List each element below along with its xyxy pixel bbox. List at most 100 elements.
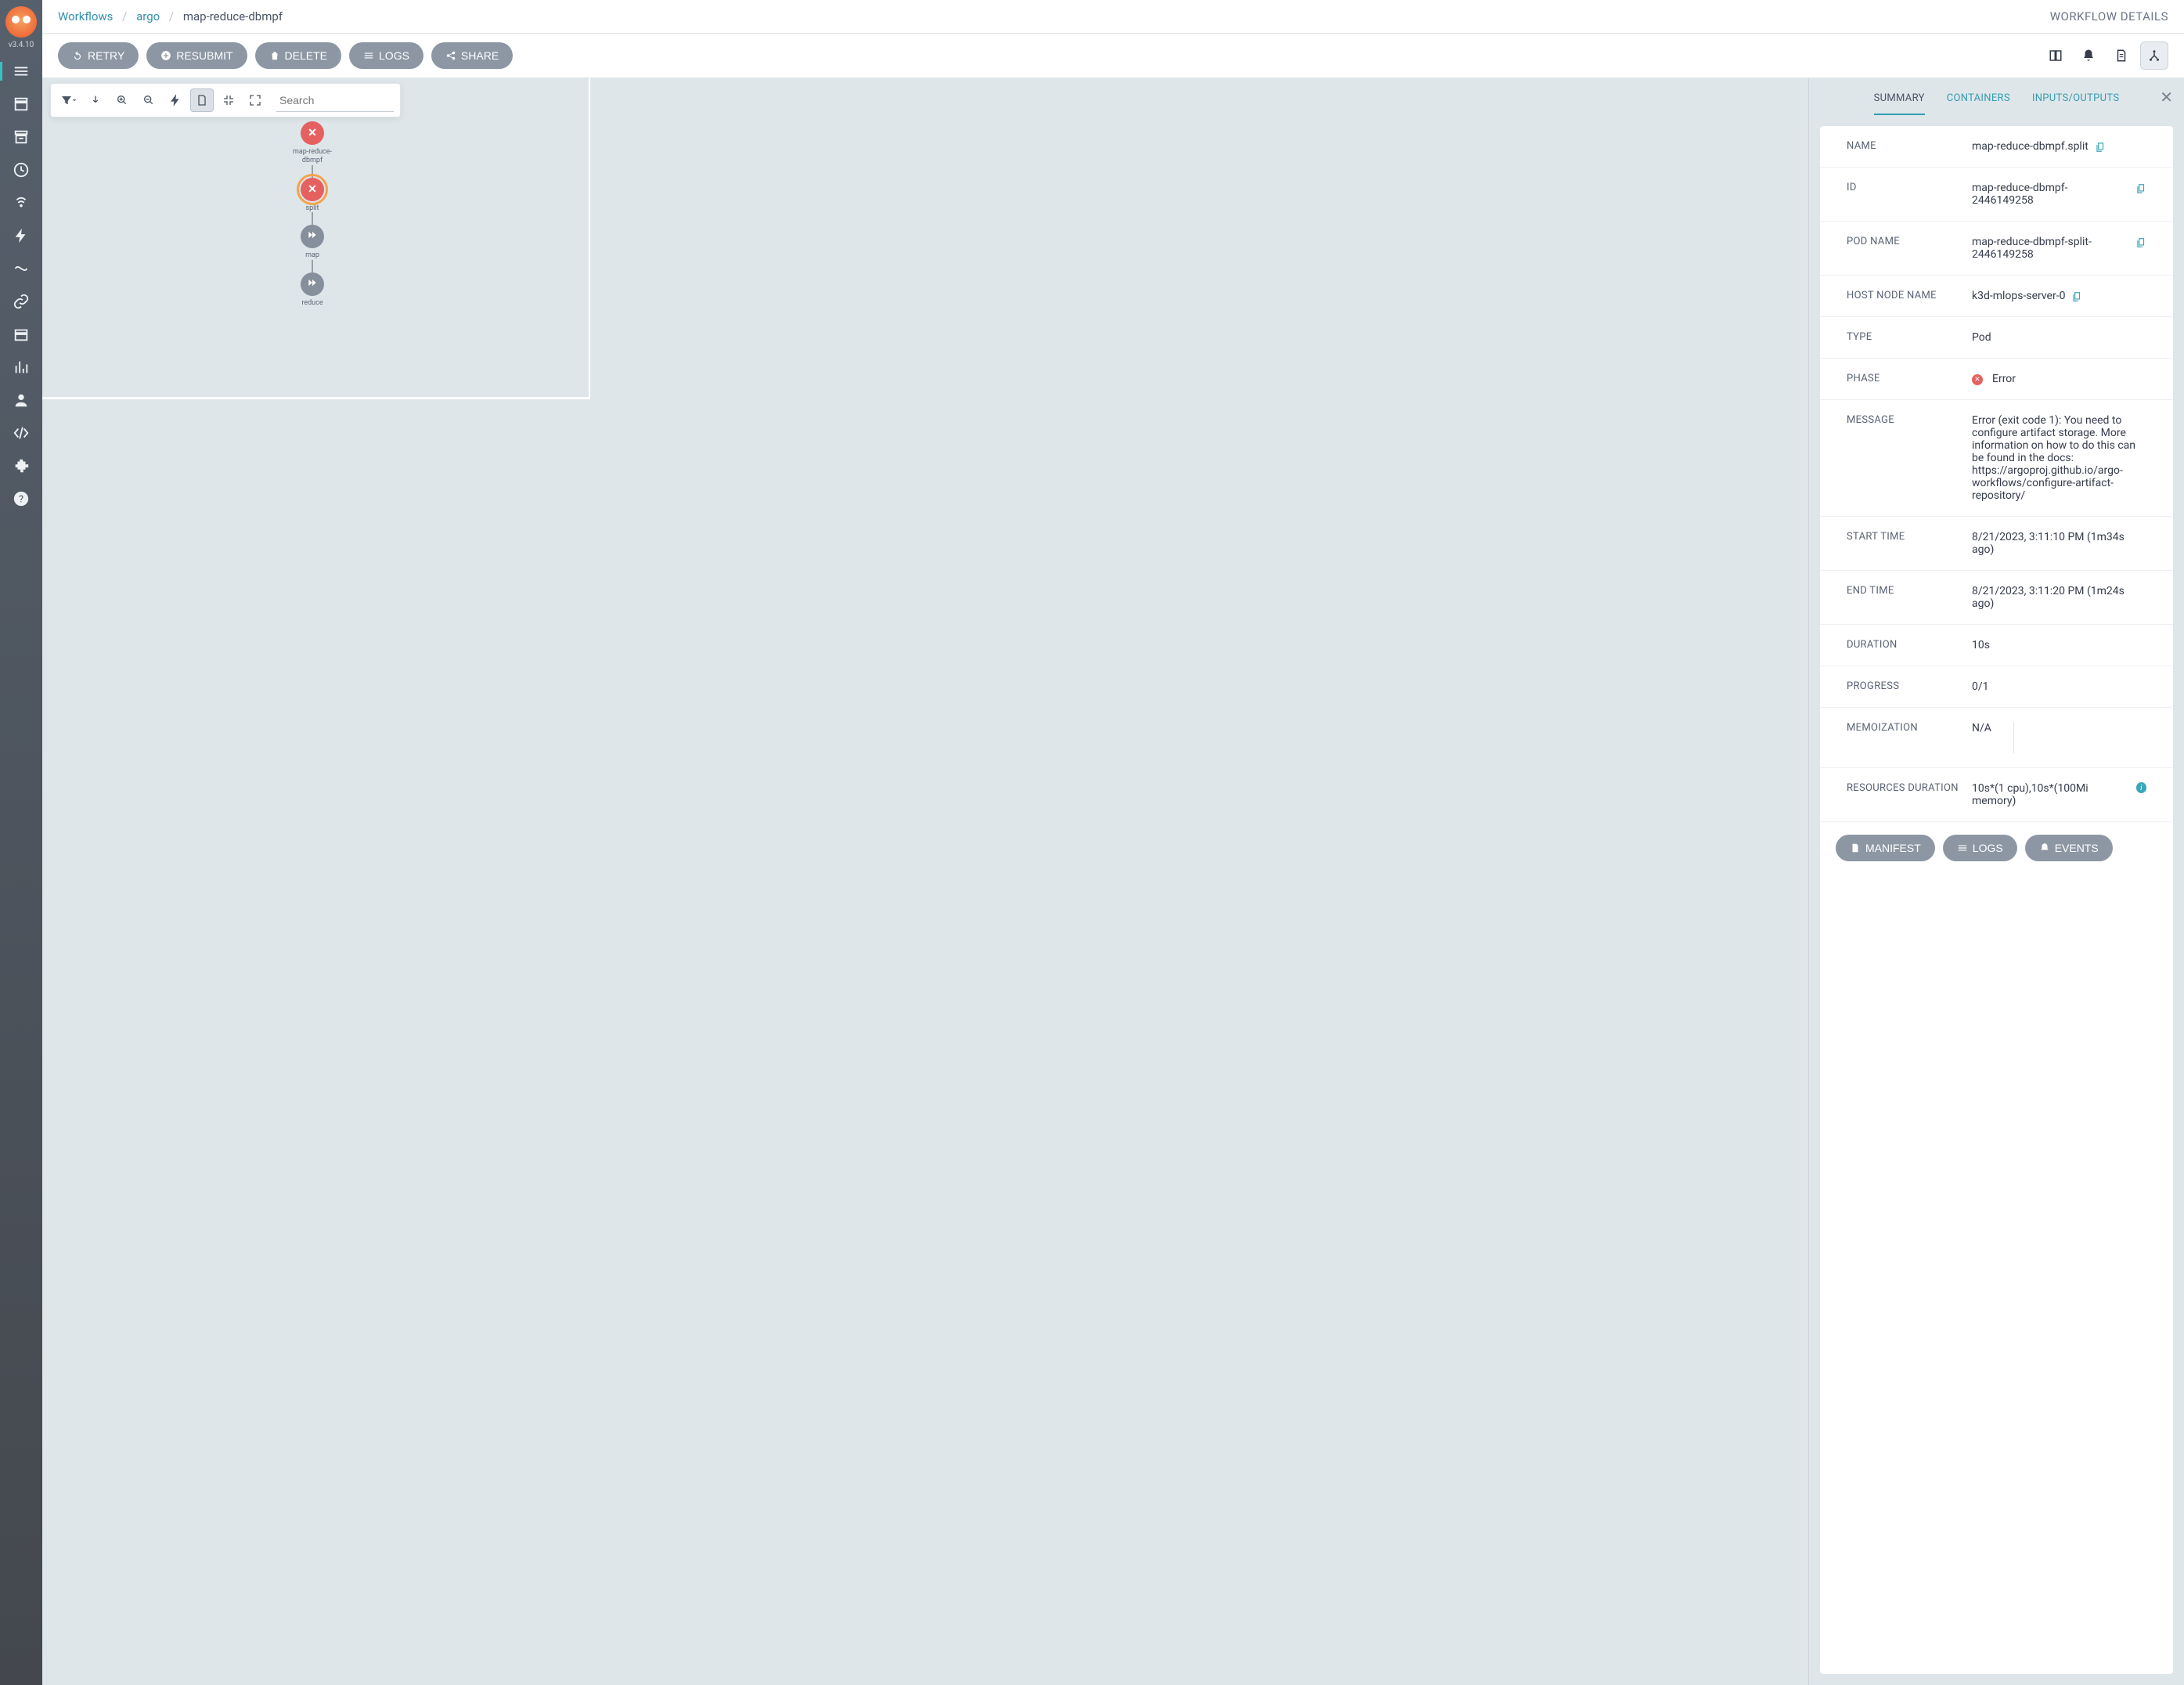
sidebar-item-events[interactable] (0, 222, 42, 250)
sidebar-item-workflows[interactable] (0, 57, 42, 85)
details-panel: ✕ SUMMARY CONTAINERS INPUTS/OUTPUTS NAME… (1808, 78, 2184, 1685)
sidebar-item-user[interactable] (0, 386, 42, 414)
logs-button[interactable]: LOGS (349, 42, 423, 69)
value-message: Error (exit code 1): You need to configu… (1972, 414, 2146, 502)
label-resdur: RESOURCES DURATION (1847, 782, 1972, 807)
value-host: k3d-mlops-server-0 (1972, 290, 2065, 302)
node-label: map (305, 251, 319, 260)
tree-view-icon[interactable] (2140, 41, 2168, 70)
label-end: END TIME (1847, 585, 1972, 610)
fast-forward-icon (307, 229, 318, 244)
summary-table: NAMEmap-reduce-dbmpf.split IDmap-reduce-… (1820, 126, 2173, 1674)
sidebar-item-eventflow[interactable] (0, 254, 42, 283)
layout-doc-icon[interactable] (190, 88, 214, 112)
graph-canvas: ✕ map-reduce-dbmpf ✕ split map (42, 78, 590, 399)
node-split[interactable]: ✕ split (301, 178, 324, 213)
breadcrumb-root[interactable]: Workflows (58, 9, 113, 23)
sidebar-item-links[interactable] (0, 287, 42, 316)
zoom-in-icon[interactable] (110, 88, 134, 112)
share-button[interactable]: SHARE (431, 42, 513, 69)
sidebar-item-box[interactable] (0, 320, 42, 348)
label-name: NAME (1847, 140, 1972, 153)
sidebar-item-api[interactable] (0, 419, 42, 447)
close-icon[interactable]: ✕ (2160, 88, 2173, 106)
retry-button[interactable]: RETRY (58, 42, 139, 69)
graph-search-input[interactable] (276, 89, 394, 112)
fullscreen-icon[interactable] (243, 88, 267, 112)
copy-icon[interactable] (2095, 142, 2106, 153)
value-duration: 10s (1972, 639, 1990, 651)
delete-label: DELETE (285, 49, 327, 62)
value-id: map-reduce-dbmpf-2446149258 (1972, 182, 2129, 207)
value-progress: 0/1 (1972, 680, 1989, 693)
breadcrumb: Workflows / argo / map-reduce-dbmpf (58, 9, 283, 23)
main-container: Workflows / argo / map-reduce-dbmpf WORK… (42, 0, 2184, 1685)
value-name: map-reduce-dbmpf.split (1972, 140, 2088, 153)
graph-area[interactable]: ✕ map-reduce-dbmpf ✕ split map (42, 78, 1808, 1685)
manifest-button[interactable]: MANIFEST (1836, 835, 1935, 861)
dag: ✕ map-reduce-dbmpf ✕ split map (285, 121, 340, 308)
collapse-icon[interactable] (217, 88, 240, 112)
events-label: EVENTS (2055, 842, 2099, 854)
value-resdur: 10s*(1 cpu),10s*(100Mi memory) (1972, 782, 2128, 807)
argo-logo (5, 6, 37, 38)
speed-icon[interactable] (164, 88, 187, 112)
sidebar: v3.4.10 ? (0, 0, 42, 1685)
sidebar-item-archive[interactable] (0, 123, 42, 151)
breadcrumb-current: map-reduce-dbmpf (183, 9, 283, 23)
manifest-label: MANIFEST (1865, 842, 1921, 854)
copy-icon[interactable] (2071, 291, 2082, 302)
node-label: split (305, 204, 319, 213)
label-memo: MEMOIZATION (1847, 722, 1972, 753)
panel-actions: MANIFEST LOGS EVENTS (1820, 822, 2173, 874)
sidebar-item-sensors[interactable] (0, 189, 42, 217)
events-button[interactable]: EVENTS (2025, 835, 2113, 861)
label-type: TYPE (1847, 331, 1972, 344)
notifications-icon[interactable] (2074, 41, 2103, 70)
label-start: START TIME (1847, 531, 1972, 556)
action-toolbar: RETRY RESUBMIT DELETE LOGS SHARE (42, 34, 2184, 78)
node-root[interactable]: ✕ map-reduce-dbmpf (285, 121, 340, 165)
tab-containers[interactable]: CONTAINERS (1947, 92, 2010, 115)
label-phase: PHASE (1847, 373, 1972, 385)
label-progress: PROGRESS (1847, 680, 1972, 693)
share-label: SHARE (461, 49, 499, 62)
filter-icon[interactable] (57, 88, 81, 112)
delete-button[interactable]: DELETE (255, 42, 341, 69)
down-arrow-icon[interactable] (84, 88, 107, 112)
error-icon: ✕ (1972, 374, 1983, 385)
label-message: MESSAGE (1847, 414, 1972, 502)
node-reduce[interactable]: reduce (301, 272, 324, 308)
info-icon[interactable]: i (2136, 782, 2146, 793)
label-pod: POD NAME (1847, 236, 1972, 261)
breadcrumb-sep: / (169, 9, 174, 23)
document-icon[interactable] (2107, 41, 2135, 70)
copy-icon[interactable] (2135, 183, 2146, 194)
page-title: WORKFLOW DETAILS (2050, 9, 2168, 23)
breadcrumb-namespace[interactable]: argo (136, 9, 160, 23)
copy-icon[interactable] (2135, 237, 2146, 248)
breadcrumb-sep: / (122, 9, 127, 23)
value-start: 8/21/2023, 3:11:10 PM (1m34s ago) (1972, 531, 2146, 556)
panel-logs-label: LOGS (1973, 842, 2003, 854)
zoom-out-icon[interactable] (137, 88, 160, 112)
sidebar-item-templates[interactable] (0, 90, 42, 118)
value-end: 8/21/2023, 3:11:20 PM (1m24s ago) (1972, 585, 2146, 610)
sidebar-nav: ? (0, 57, 42, 513)
resubmit-label: RESUBMIT (176, 49, 232, 62)
panel-logs-button[interactable]: LOGS (1943, 835, 2017, 861)
resubmit-button[interactable]: RESUBMIT (146, 42, 247, 69)
node-map[interactable]: map (301, 225, 324, 260)
sidebar-item-help[interactable]: ? (0, 485, 42, 513)
graph-toolbar (50, 83, 401, 117)
tab-summary[interactable]: SUMMARY (1874, 92, 1925, 115)
sidebar-item-reports[interactable] (0, 353, 42, 381)
divider (2013, 722, 2014, 753)
tab-io[interactable]: INPUTS/OUTPUTS (2032, 92, 2120, 115)
close-icon: ✕ (308, 128, 317, 139)
view-columns-icon[interactable] (2042, 41, 2070, 70)
sidebar-item-cron[interactable] (0, 156, 42, 184)
view-toggle-group (2042, 41, 2168, 70)
node-label: map-reduce-dbmpf (285, 148, 340, 165)
sidebar-item-plugins[interactable] (0, 452, 42, 480)
